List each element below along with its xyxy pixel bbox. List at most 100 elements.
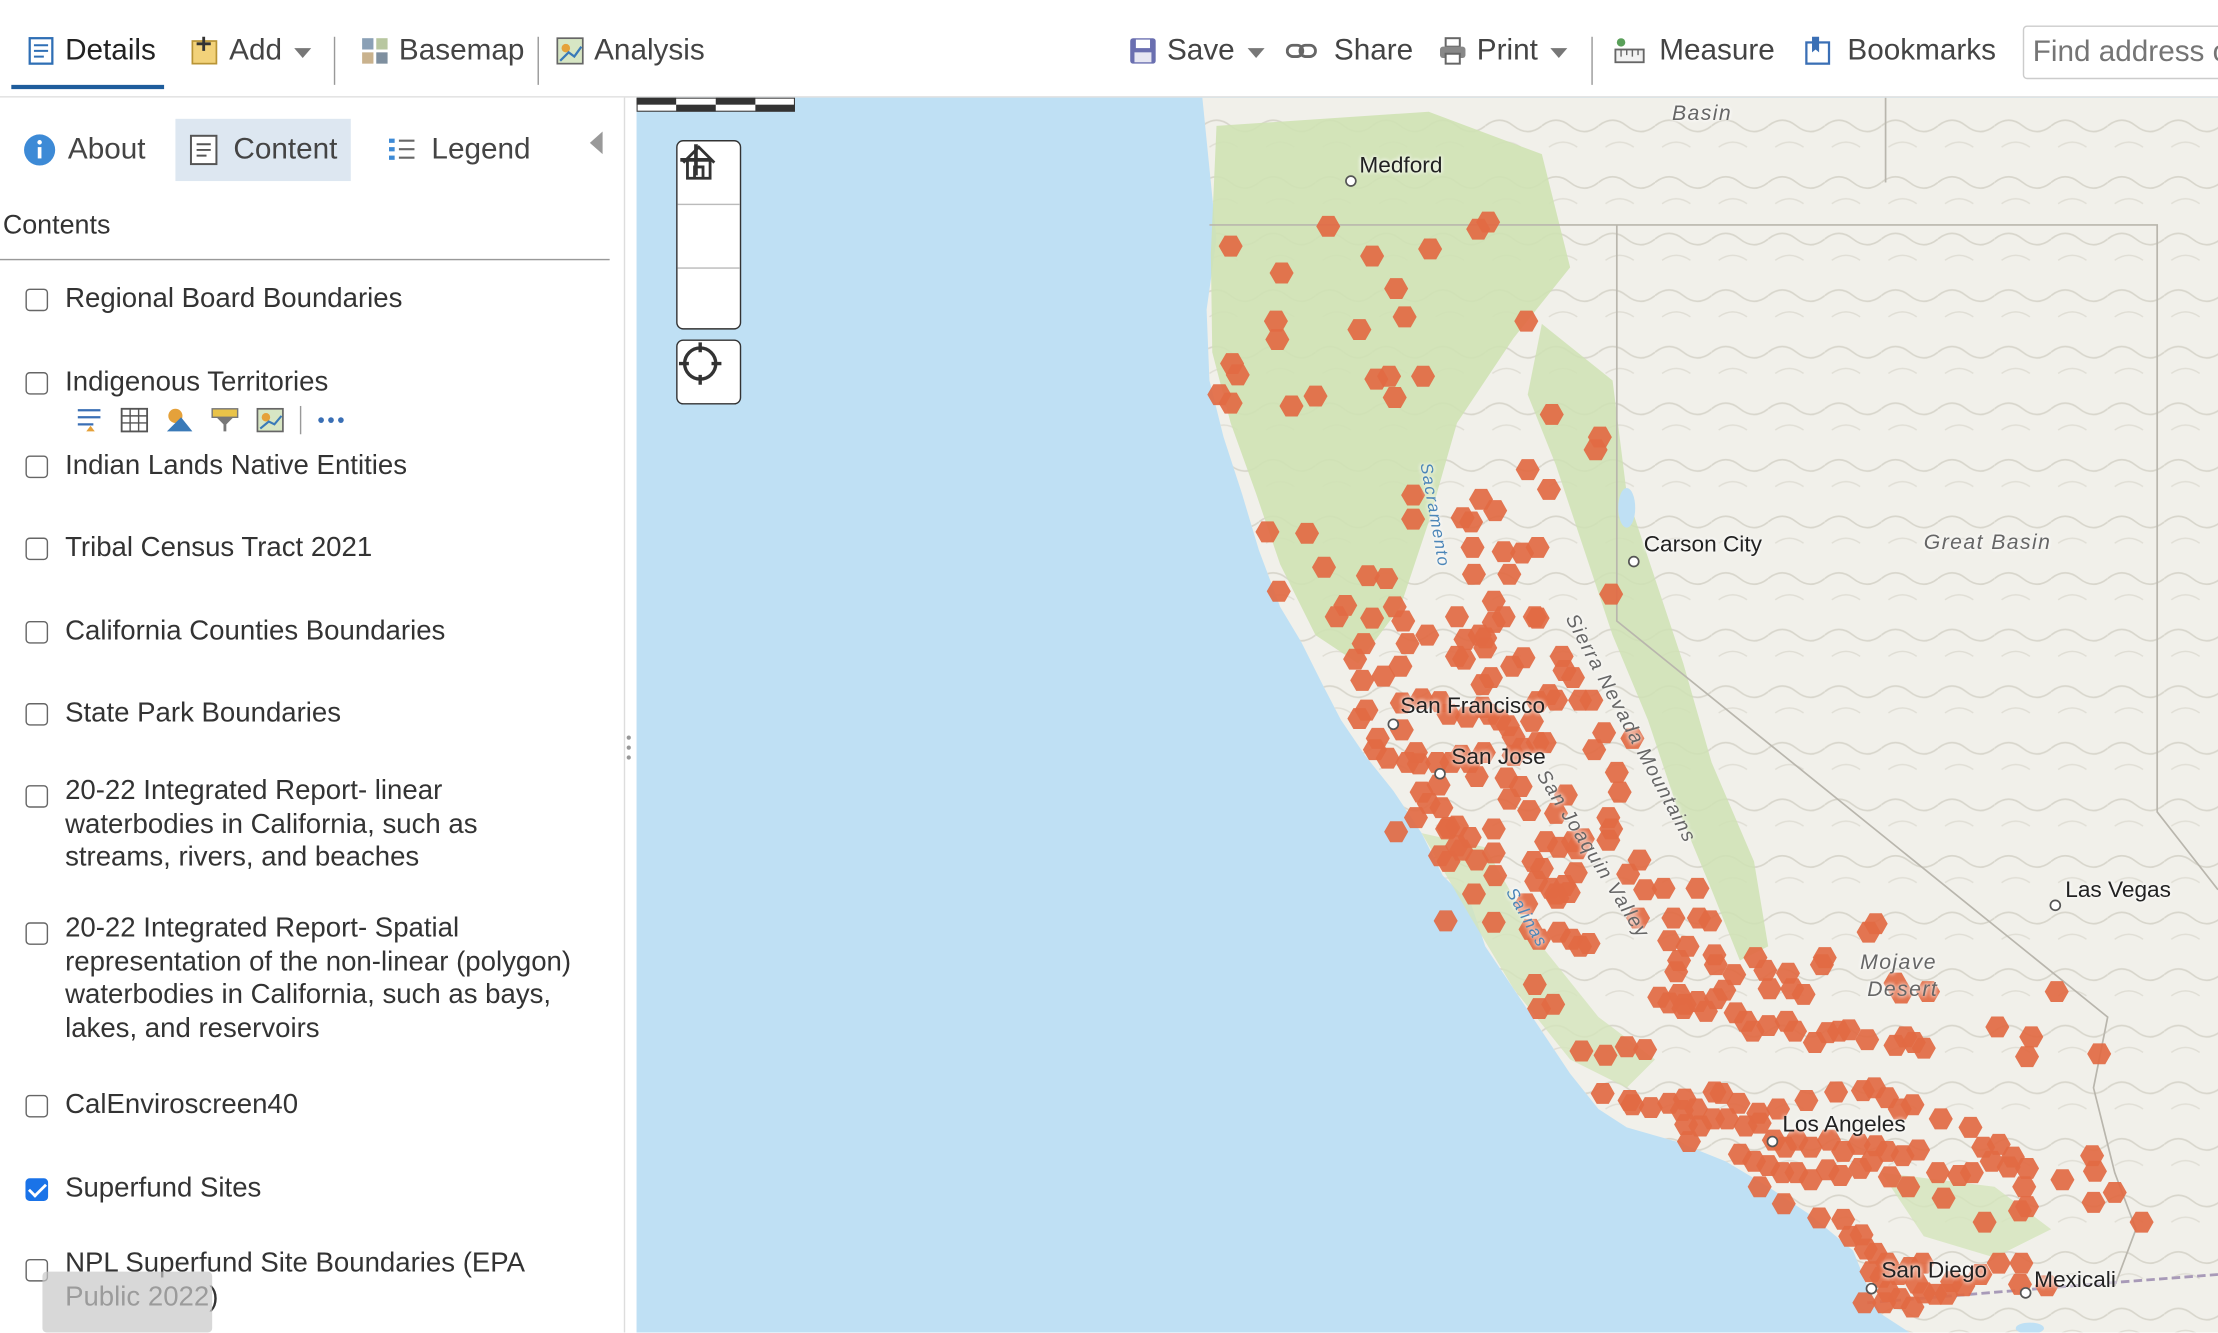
map-label-mexicali: Mexicali bbox=[2034, 1268, 2116, 1293]
locate-button[interactable] bbox=[676, 339, 742, 405]
layer-label[interactable]: Regional Board Boundaries bbox=[65, 283, 588, 316]
layer-label[interactable]: Superfund Sites bbox=[65, 1173, 588, 1206]
share-button[interactable]: Share bbox=[1285, 23, 1414, 80]
chevron-down-icon bbox=[1550, 48, 1568, 58]
tools-divider bbox=[299, 405, 302, 435]
tab-about-label: About bbox=[67, 132, 146, 166]
superfund-site-marker[interactable] bbox=[1384, 821, 1409, 843]
details-button[interactable]: Details bbox=[25, 23, 156, 80]
details-active-indicator bbox=[11, 84, 165, 90]
map-label-san-francisco: San Francisco bbox=[1400, 694, 1546, 719]
layer-checkbox[interactable] bbox=[25, 372, 49, 395]
analysis-button[interactable]: Analysis bbox=[554, 23, 705, 80]
layer-label[interactable]: CalEnviroscreen40 bbox=[65, 1089, 588, 1122]
map-view[interactable]: Basin Medford Carson City Great Basin Sa… bbox=[636, 97, 2218, 1333]
divider bbox=[0, 258, 610, 261]
legend-icon bbox=[388, 138, 415, 160]
layer-checkbox-checked[interactable] bbox=[25, 1178, 49, 1201]
print-button[interactable]: Print bbox=[1437, 23, 1568, 80]
analysis-icon bbox=[556, 37, 584, 65]
save-label: Save bbox=[1166, 33, 1235, 67]
add-button[interactable]: Add bbox=[190, 23, 312, 80]
layer-tools bbox=[74, 405, 347, 435]
save-icon bbox=[1130, 38, 1156, 64]
lake bbox=[1618, 488, 1636, 528]
map-label-medford: Medford bbox=[1359, 154, 1443, 179]
basemap-label: Basemap bbox=[398, 33, 525, 67]
bookmarks-label: Bookmarks bbox=[1847, 33, 1996, 67]
measure-ruler-icon bbox=[1614, 38, 1645, 64]
map-label-las-vegas: Las Vegas bbox=[2065, 878, 2171, 903]
panel-resize-handle[interactable] bbox=[626, 735, 631, 778]
superfund-site-marker[interactable] bbox=[1433, 910, 1458, 932]
map-label-carson-city: Carson City bbox=[1643, 533, 1762, 558]
bookmark-icon bbox=[1805, 36, 1831, 65]
measure-label: Measure bbox=[1659, 33, 1775, 67]
collapse-panel-icon[interactable] bbox=[589, 131, 603, 155]
contents-heading: Contents bbox=[2, 210, 111, 241]
layer-label[interactable]: State Park Boundaries bbox=[65, 697, 588, 730]
print-label: Print bbox=[1476, 33, 1538, 67]
change-style-icon[interactable] bbox=[164, 406, 195, 434]
tab-content[interactable]: Content bbox=[175, 118, 351, 182]
tab-about[interactable]: About bbox=[11, 119, 157, 181]
add-label: Add bbox=[229, 33, 283, 67]
tab-content-label: Content bbox=[233, 132, 338, 166]
layer-checkbox[interactable] bbox=[25, 455, 49, 479]
table-icon[interactable] bbox=[119, 406, 150, 434]
map-label-mojave: Mojave bbox=[1860, 950, 1938, 975]
info-icon bbox=[24, 134, 56, 166]
details-icon bbox=[28, 37, 54, 65]
locate-crosshair-icon bbox=[678, 342, 722, 385]
tab-legend[interactable]: Legend bbox=[373, 119, 541, 181]
layer-checkbox[interactable] bbox=[25, 703, 49, 726]
toolbar-divider bbox=[537, 36, 539, 85]
map-label-san-jose: San Jose bbox=[1451, 745, 1546, 770]
zoom-out-button[interactable] bbox=[678, 158, 740, 331]
perform-analysis-icon[interactable] bbox=[255, 406, 286, 434]
layer-label[interactable]: Indigenous Territories bbox=[65, 366, 588, 399]
content-list-icon bbox=[189, 134, 218, 166]
save-button[interactable]: Save bbox=[1127, 23, 1265, 80]
layer-checkbox[interactable] bbox=[25, 537, 49, 561]
toolbar-divider bbox=[333, 36, 336, 85]
minus-icon bbox=[680, 158, 712, 162]
details-panel: About Content Legend Contents Regional B… bbox=[0, 97, 626, 1333]
layer-label[interactable]: Indian Lands Native Entities bbox=[65, 450, 588, 483]
chevron-down-icon bbox=[1247, 48, 1265, 58]
main-toolbar: Details Add Basemap Analysis Save Share bbox=[0, 8, 2218, 98]
map-label-basin: Basin bbox=[1671, 101, 1733, 126]
map-label-san-diego: San Diego bbox=[1881, 1258, 1988, 1283]
layer-checkbox[interactable] bbox=[25, 1094, 49, 1118]
zoom-controls bbox=[676, 140, 742, 331]
layer-label[interactable]: Tribal Census Tract 2021 bbox=[65, 532, 588, 565]
share-label: Share bbox=[1333, 33, 1414, 67]
layer-label[interactable]: 20-22 Integrated Report- linear waterbod… bbox=[65, 775, 588, 875]
details-label: Details bbox=[65, 33, 156, 67]
layer-label[interactable]: 20-22 Integrated Report- Spatial represe… bbox=[65, 912, 588, 1045]
basemap-button[interactable]: Basemap bbox=[359, 23, 524, 80]
bookmarks-button[interactable]: Bookmarks bbox=[1802, 23, 1996, 80]
filter-icon[interactable] bbox=[209, 406, 240, 434]
share-link-icon bbox=[1285, 43, 1317, 58]
analysis-label: Analysis bbox=[594, 33, 705, 67]
more-options-icon[interactable] bbox=[315, 406, 346, 434]
map-label-desert: Desert bbox=[1867, 977, 1939, 1002]
measure-button[interactable]: Measure bbox=[1614, 23, 1775, 80]
floating-widget[interactable] bbox=[42, 1271, 213, 1333]
add-icon bbox=[191, 36, 218, 65]
layer-checkbox[interactable] bbox=[25, 785, 49, 808]
basemap-icon bbox=[362, 38, 388, 64]
layer-label[interactable]: California Counties Boundaries bbox=[65, 615, 588, 648]
find-address-input[interactable] bbox=[2022, 25, 2218, 80]
scale-bar bbox=[636, 97, 795, 112]
toolbar-divider bbox=[1591, 36, 1593, 85]
layer-checkbox[interactable] bbox=[25, 288, 49, 312]
layer-checkbox[interactable] bbox=[25, 922, 49, 945]
chevron-down-icon bbox=[294, 48, 312, 58]
home-button[interactable] bbox=[677, 145, 740, 269]
layer-checkbox[interactable] bbox=[25, 620, 49, 644]
layer-details-icon[interactable] bbox=[74, 406, 105, 434]
map-label-los-angeles: Los Angeles bbox=[1782, 1113, 1906, 1138]
map-label-great-basin: Great Basin bbox=[1923, 530, 2052, 555]
